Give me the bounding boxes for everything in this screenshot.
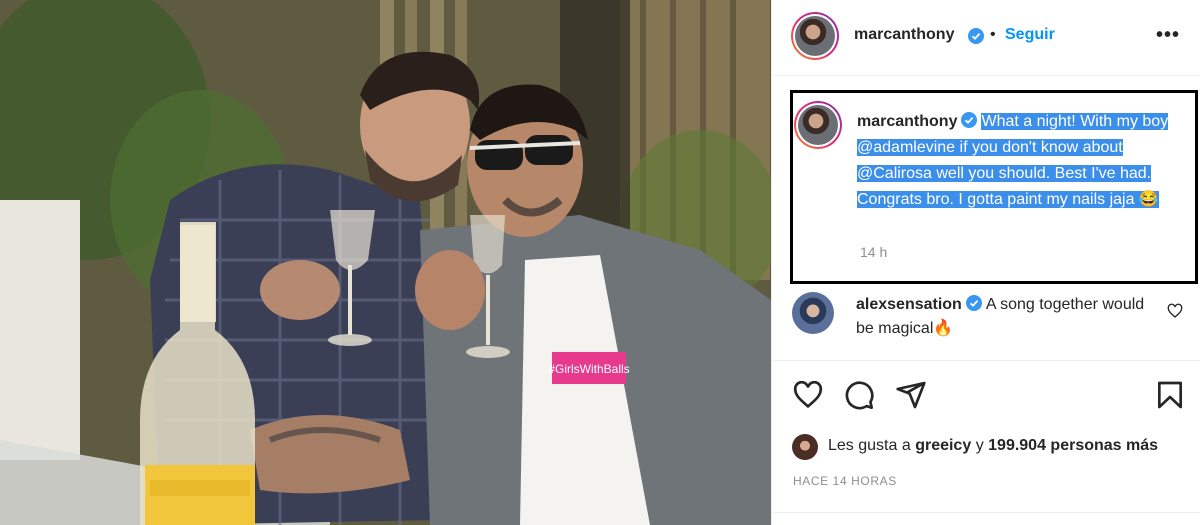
comment-verified-badge-icon bbox=[966, 295, 983, 311]
caption-verified-badge-icon bbox=[961, 112, 978, 128]
caption-time[interactable]: 14 h bbox=[860, 244, 887, 260]
liker-avatar[interactable] bbox=[792, 434, 818, 460]
comment-username[interactable]: alexsensation bbox=[856, 296, 962, 313]
more-options-button[interactable]: ••• bbox=[1156, 24, 1180, 47]
post-header: marcanthony • Seguir ••• bbox=[772, 0, 1200, 76]
post-photo: #GirlsWithBalls bbox=[0, 0, 771, 525]
post-sidebar: marcanthony • Seguir ••• marcanthony What… bbox=[771, 0, 1200, 525]
caption-author-avatar[interactable] bbox=[794, 101, 842, 149]
comment-icon[interactable] bbox=[843, 379, 875, 411]
action-bar bbox=[772, 360, 1200, 430]
follow-button[interactable]: Seguir bbox=[1005, 26, 1055, 44]
heart-icon[interactable] bbox=[792, 379, 824, 411]
caption-highlight-box: marcanthony What a night! With my boy @ad… bbox=[790, 90, 1198, 284]
comment-like-heart-icon[interactable] bbox=[1167, 303, 1183, 319]
caption-username[interactable]: marcanthony bbox=[857, 113, 957, 130]
shirt-text: #GirlsWithBalls bbox=[548, 362, 629, 376]
comment: alexsensation A song together would be m… bbox=[856, 293, 1156, 341]
likes-row: Les gusta a greeicy y 199.904 personas m… bbox=[792, 433, 1192, 463]
share-icon[interactable] bbox=[895, 379, 927, 411]
likes-count[interactable]: 199.904 personas más bbox=[988, 437, 1158, 454]
post-timestamp[interactable]: HACE 14 HORAS bbox=[793, 474, 897, 488]
bookmark-icon[interactable] bbox=[1154, 379, 1186, 411]
photo-scene: #GirlsWithBalls bbox=[0, 0, 771, 525]
author-avatar[interactable] bbox=[791, 12, 839, 60]
divider bbox=[772, 512, 1200, 513]
likes-joiner: y bbox=[975, 437, 984, 454]
likes-user[interactable]: greeicy bbox=[915, 437, 971, 454]
author-username[interactable]: marcanthony bbox=[854, 26, 954, 44]
separator-dot: • bbox=[990, 26, 996, 43]
likes-prefix: Les gusta a bbox=[828, 437, 911, 454]
verified-badge-icon bbox=[968, 28, 984, 44]
commenter-avatar[interactable] bbox=[792, 292, 834, 334]
caption: marcanthony What a night! With my boy @ad… bbox=[857, 109, 1187, 213]
likes-summary[interactable]: Les gusta a greeicy y 199.904 personas m… bbox=[828, 437, 1158, 455]
